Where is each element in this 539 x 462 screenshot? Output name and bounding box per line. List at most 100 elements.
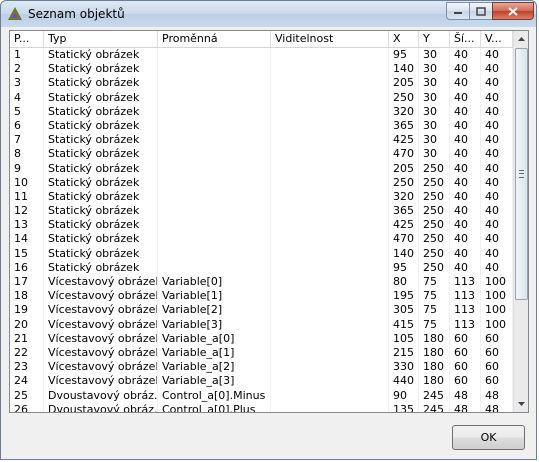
cell-x: 470 bbox=[389, 232, 419, 247]
table-row[interactable]: 9 Statický obrázek 205 250 40 40 bbox=[10, 161, 513, 176]
object-list[interactable]: P... Typ Proměnná Viditelnost X Y Ší... … bbox=[9, 30, 529, 413]
ok-button[interactable]: OK bbox=[452, 425, 525, 450]
table-row[interactable]: 8 Statický obrázek 470 30 40 40 bbox=[10, 147, 513, 162]
cell-variable bbox=[158, 260, 271, 275]
cell-number: 13 bbox=[10, 218, 44, 233]
cell-y: 180 bbox=[419, 345, 450, 361]
cell-height: 40 bbox=[481, 62, 513, 77]
column-header-x[interactable]: X bbox=[389, 31, 419, 47]
cell-width: 60 bbox=[450, 331, 481, 346]
cell-visibility bbox=[271, 204, 389, 219]
cell-height: 100 bbox=[481, 275, 513, 290]
cell-y: 245 bbox=[419, 388, 450, 403]
cell-variable bbox=[158, 246, 271, 261]
vertical-scrollbar[interactable] bbox=[513, 31, 528, 412]
cell-visibility bbox=[271, 289, 389, 304]
cell-number: 7 bbox=[10, 133, 44, 148]
cell-y: 75 bbox=[419, 317, 450, 332]
cell-x: 320 bbox=[389, 189, 419, 205]
cell-type: Statický obrázek bbox=[44, 118, 158, 134]
close-button[interactable] bbox=[492, 2, 534, 20]
table-row[interactable]: 23 Vícestavový obrázek Variable_a[2] 330 180… bbox=[10, 360, 513, 375]
cell-height: 60 bbox=[481, 360, 513, 375]
cell-visibility bbox=[271, 62, 389, 77]
table-row[interactable]: 18 Vícestavový obrázek Variable[1] 195 75 113… bbox=[10, 289, 513, 304]
cell-number: 3 bbox=[10, 76, 44, 91]
cell-visibility bbox=[271, 331, 389, 346]
cell-y: 250 bbox=[419, 175, 450, 190]
cell-y: 30 bbox=[419, 90, 450, 105]
table-row[interactable]: 25 Dvoustavový obráz... Control_a[0].Minus… bbox=[10, 388, 513, 403]
column-header-visibility[interactable]: Viditelnost bbox=[271, 31, 389, 47]
cell-type: Statický obrázek bbox=[44, 104, 158, 119]
table-row[interactable]: 16 Statický obrázek 95 250 40 40 bbox=[10, 260, 513, 275]
table-row[interactable]: 26 Dvoustavový obráz... Control_a[0].Plus 1… bbox=[10, 402, 513, 412]
table-row[interactable]: 24 Vícestavový obrázek Variable_a[3] 440 180… bbox=[10, 374, 513, 389]
thumb-grip-icon bbox=[519, 170, 524, 178]
cell-y: 30 bbox=[419, 147, 450, 162]
table-row[interactable]: 22 Vícestavový obrázek Variable_a[1] 215 180… bbox=[10, 345, 513, 361]
table-row[interactable]: 10 Statický obrázek 250 250 40 40 bbox=[10, 175, 513, 190]
cell-height: 40 bbox=[481, 90, 513, 105]
cell-visibility bbox=[271, 161, 389, 176]
scrollbar-thumb[interactable] bbox=[515, 48, 528, 300]
column-header-y[interactable]: Y bbox=[419, 31, 450, 47]
table-row[interactable]: 13 Statický obrázek 425 250 40 40 bbox=[10, 218, 513, 233]
cell-height: 60 bbox=[481, 345, 513, 361]
cell-visibility bbox=[271, 303, 389, 318]
cell-width: 40 bbox=[450, 76, 481, 91]
cell-visibility bbox=[271, 104, 389, 119]
table-row[interactable]: 14 Statický obrázek 470 250 40 40 bbox=[10, 232, 513, 247]
scroll-up-button[interactable] bbox=[514, 31, 528, 47]
column-header-type[interactable]: Typ bbox=[44, 31, 158, 47]
table-row[interactable]: 17 Vícestavový obrázek Variable[0] 80 75 113 1… bbox=[10, 275, 513, 290]
cell-type: Statický obrázek bbox=[44, 133, 158, 148]
scroll-down-button[interactable] bbox=[514, 396, 528, 412]
cell-width: 40 bbox=[450, 175, 481, 190]
table-row[interactable]: 15 Statický obrázek 140 250 40 40 bbox=[10, 246, 513, 261]
cell-visibility bbox=[271, 275, 389, 290]
title-bar[interactable]: Seznam objektů bbox=[1, 1, 536, 27]
cell-variable bbox=[158, 48, 271, 63]
cell-height: 40 bbox=[481, 218, 513, 233]
table-row[interactable]: 21 Vícestavový obrázek Variable_a[0] 105 180… bbox=[10, 331, 513, 346]
table-row[interactable]: 11 Statický obrázek 320 250 40 40 bbox=[10, 189, 513, 205]
table-row[interactable]: 7 Statický obrázek 425 30 40 40 bbox=[10, 133, 513, 148]
table-row[interactable]: 1 Statický obrázek 95 30 40 40 bbox=[10, 48, 513, 63]
cell-type: Statický obrázek bbox=[44, 48, 158, 63]
cell-variable bbox=[158, 133, 271, 148]
table-row[interactable]: 2 Statický obrázek 140 30 40 40 bbox=[10, 62, 513, 77]
cell-visibility bbox=[271, 345, 389, 361]
cell-x: 140 bbox=[389, 246, 419, 261]
cell-number: 4 bbox=[10, 90, 44, 105]
table-row[interactable]: 12 Statický obrázek 365 250 40 40 bbox=[10, 204, 513, 219]
cell-variable bbox=[158, 147, 271, 162]
cell-visibility bbox=[271, 374, 389, 389]
table-row[interactable]: 19 Vícestavový obrázek Variable[2] 305 75 113… bbox=[10, 303, 513, 318]
cell-visibility bbox=[271, 133, 389, 148]
column-header-height[interactable]: V... bbox=[481, 31, 513, 47]
cell-height: 40 bbox=[481, 161, 513, 176]
object-list-window: Seznam objektů P... Typ Proměnná Viditel… bbox=[0, 0, 537, 460]
maximize-button[interactable] bbox=[469, 2, 493, 20]
column-header-width[interactable]: Ší... bbox=[450, 31, 481, 47]
table-row[interactable]: 3 Statický obrázek 205 30 40 40 bbox=[10, 76, 513, 91]
cell-number: 17 bbox=[10, 275, 44, 290]
cell-visibility bbox=[271, 260, 389, 275]
column-header-number[interactable]: P... bbox=[10, 31, 44, 47]
cell-width: 40 bbox=[450, 232, 481, 247]
table-row[interactable]: 6 Statický obrázek 365 30 40 40 bbox=[10, 118, 513, 134]
cell-type: Vícestavový obrázek bbox=[44, 303, 158, 318]
table-row[interactable]: 20 Vícestavový obrázek Variable[3] 415 75 113… bbox=[10, 317, 513, 332]
table-row[interactable]: 4 Statický obrázek 250 30 40 40 bbox=[10, 90, 513, 105]
column-header-variable[interactable]: Proměnná bbox=[158, 31, 271, 47]
table-row[interactable]: 5 Statický obrázek 320 30 40 40 bbox=[10, 104, 513, 119]
minimize-button[interactable] bbox=[446, 2, 470, 20]
cell-width: 113 bbox=[450, 275, 481, 290]
cell-y: 30 bbox=[419, 62, 450, 77]
cell-width: 40 bbox=[450, 204, 481, 219]
cell-x: 250 bbox=[389, 175, 419, 190]
cell-x: 415 bbox=[389, 317, 419, 332]
cell-width: 113 bbox=[450, 303, 481, 318]
cell-variable bbox=[158, 62, 271, 77]
